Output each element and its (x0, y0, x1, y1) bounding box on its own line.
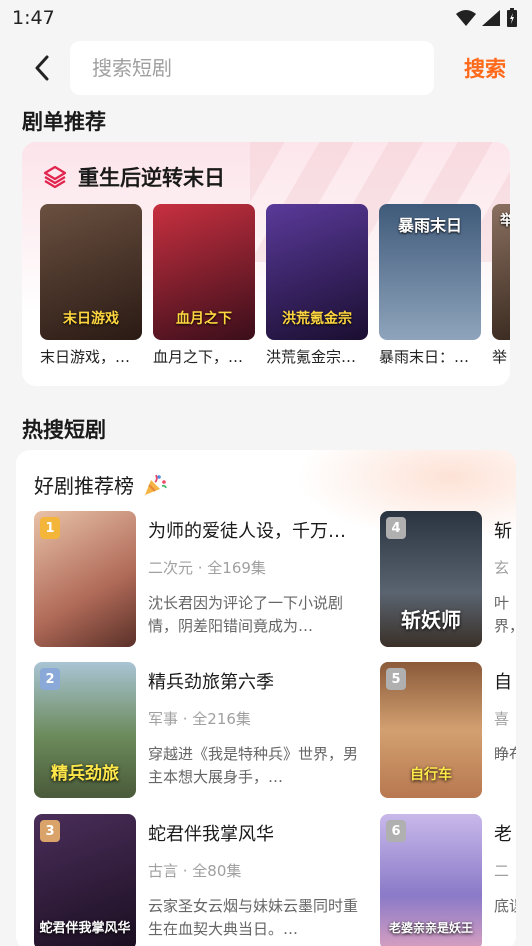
drama-caption: 举 (492, 348, 508, 366)
drama-info: 精兵劲旅第六季 军事 · 全216集 穿越进《我是特种兵》世界，男主本想大展身手… (148, 662, 368, 798)
drama-caption: 暴雨末日：… (379, 348, 470, 366)
drama-title: 老 (494, 824, 512, 845)
layers-icon (43, 165, 67, 189)
drama-description: 睁布 (494, 745, 516, 763)
drama-title: 为师的爱徒人设，千万… (148, 521, 346, 542)
drama-cover: 5 自行车 (380, 662, 482, 798)
drama-meta: 玄 (494, 559, 510, 577)
drama-meta: 二次元 · 全169集 (148, 559, 266, 577)
poster-title: 末日游戏 (63, 311, 119, 327)
ranking-header: 好剧推荐榜 (34, 470, 168, 499)
playlist-header: 重生后逆转末日 (42, 162, 225, 192)
rank-badge: 1 (40, 517, 60, 539)
cover-title: 老婆亲亲是妖王 (388, 921, 473, 935)
drama-meta: 喜 (494, 710, 510, 728)
drama-title: 自 (494, 672, 512, 693)
drama-description: 沈长君因为评论了一下小说剧情，阴差阳错间竟成为… (148, 594, 344, 635)
drama-cover: 4 斩妖师 (380, 511, 482, 647)
drama-info: 为师的爱徒人设，千万… 二次元 · 全169集 沈长君因为评论了一下小说剧情，阴… (148, 511, 368, 647)
drama-description: 穿越进《我是特种兵》世界，男主本想大展身手，… (148, 745, 359, 786)
cover-title: 自行车 (410, 767, 452, 783)
drama-caption: 血月之下，… (153, 348, 244, 366)
drama-poster: 末日游戏 (40, 204, 142, 340)
party-popper-icon (145, 474, 167, 495)
poster-title: 血月之下 (176, 311, 232, 327)
cover-title: 斩妖师 (401, 608, 461, 632)
drama-description: 云家圣女云烟与妹妹云墨同时重生在血契大典当日。… (148, 897, 359, 938)
drama-caption: 洪荒氪金宗… (266, 348, 357, 366)
ranking-item[interactable]: 3 蛇君伴我掌风华 蛇君伴我掌风华 古言 · 全80集 云家圣女云烟与妹妹云墨同… (34, 814, 368, 946)
ranking-title: 好剧推荐榜 (34, 474, 134, 498)
playlist-card[interactable]: 重生后逆转末日 末日游戏 末日游戏，… 血月之下 血月之下，… 洪荒氪金宗 洪荒… (22, 142, 510, 386)
drama-cover: 2 精兵劲旅 (34, 662, 136, 798)
recommend-section-title: 剧单推荐 (22, 110, 106, 134)
ranking-item[interactable]: 2 精兵劲旅 精兵劲旅第六季 军事 · 全216集 穿越进《我是特种兵》世界，男… (34, 662, 368, 798)
drama-title: 蛇君伴我掌风华 (148, 824, 274, 845)
playlist-item[interactable]: 暴雨末日 暴雨末日：… (379, 204, 481, 367)
ranking-item[interactable]: 4 斩妖师 斩 玄 叶界， (380, 511, 516, 647)
status-icons (456, 8, 518, 28)
search-button[interactable]: 搜索 (464, 53, 506, 83)
drama-poster: 举 (492, 204, 510, 340)
playlist-items: 末日游戏 末日游戏，… 血月之下 血月之下，… 洪荒氪金宗 洪荒氪金宗… 暴雨末… (40, 204, 510, 367)
search-box[interactable] (70, 41, 434, 95)
rank-badge: 2 (40, 668, 60, 690)
drama-info: 老 二 底误 (494, 814, 516, 946)
drama-meta: 古言 · 全80集 (148, 862, 242, 880)
rank-badge: 3 (40, 820, 60, 842)
ranking-item[interactable]: 1 为师的爱徒人设，千万… 二次元 · 全169集 沈长君因为评论了一下小说剧情… (34, 511, 368, 647)
drama-poster: 血月之下 (153, 204, 255, 340)
drama-cover: 3 蛇君伴我掌风华 (34, 814, 136, 946)
chevron-left-icon (35, 55, 49, 81)
playlist-item[interactable]: 举 举 (492, 204, 510, 367)
cover-title: 蛇君伴我掌风华 (39, 921, 131, 936)
cover-title: 精兵劲旅 (51, 764, 119, 784)
ranking-item[interactable]: 5 自行车 自 喜 睁布 (380, 662, 516, 798)
status-time: 1:47 (12, 7, 55, 29)
back-button[interactable] (22, 48, 62, 88)
playlist-item[interactable]: 洪荒氪金宗 洪荒氪金宗… (266, 204, 368, 367)
drama-info: 自 喜 睁布 (494, 662, 516, 798)
rank-badge: 4 (386, 517, 406, 539)
drama-caption: 末日游戏，… (40, 348, 131, 366)
drama-meta: 军事 · 全216集 (148, 710, 251, 728)
rank-badge: 5 (386, 668, 406, 690)
playlist-item[interactable]: 末日游戏 末日游戏，… (40, 204, 142, 367)
search-input[interactable] (92, 56, 434, 80)
status-bar: 1:47 (0, 0, 532, 36)
drama-poster: 暴雨末日 (379, 204, 481, 340)
drama-title: 斩 (494, 521, 512, 542)
signal-icon (482, 10, 500, 26)
drama-info: 蛇君伴我掌风华 古言 · 全80集 云家圣女云烟与妹妹云墨同时重生在血契大典当日… (148, 814, 368, 946)
drama-meta: 二 (494, 862, 510, 880)
drama-poster: 洪荒氪金宗 (266, 204, 368, 340)
poster-title: 洪荒氪金宗 (282, 311, 352, 327)
drama-description: 底误 (494, 897, 516, 915)
drama-cover: 6 老婆亲亲是妖王 (380, 814, 482, 946)
drama-info: 斩 玄 叶界， (494, 511, 516, 647)
ranking-item[interactable]: 6 老婆亲亲是妖王 老 二 底误 (380, 814, 516, 946)
wifi-icon (456, 10, 476, 26)
playlist-item[interactable]: 血月之下 血月之下，… (153, 204, 255, 367)
hot-ranking-card: 好剧推荐榜 1 为师的爱徒人设，千万… 二次元 · 全169集 沈长君因为评论了… (16, 450, 516, 946)
drama-description: 叶界， (494, 594, 516, 635)
drama-title: 精兵劲旅第六季 (148, 672, 274, 693)
battery-icon (507, 8, 517, 27)
poster-title: 举 (500, 213, 510, 229)
poster-title: 暴雨末日 (397, 216, 462, 235)
drama-cover: 1 (34, 511, 136, 647)
search-header: 搜索 (0, 40, 532, 96)
rank-badge: 6 (386, 820, 406, 842)
playlist-title: 重生后逆转末日 (78, 166, 225, 190)
hot-section-title: 热搜短剧 (22, 418, 106, 442)
